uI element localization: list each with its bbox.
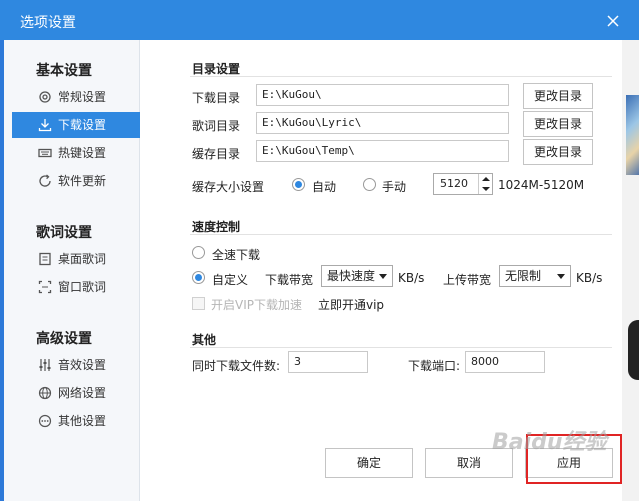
cache-dir-label: 缓存目录	[192, 147, 241, 161]
sidebar-item-general[interactable]: 常规设置	[12, 84, 140, 110]
upload-bandwidth-label: 上传带宽	[443, 273, 492, 287]
options-dialog: 选项设置 基本设置 常规设置 下载设置 热键设置 软件更新 歌词设置 桌面歌词 …	[0, 0, 639, 501]
settings-sidebar: 基本设置 常规设置 下载设置 热键设置 软件更新 歌词设置 桌面歌词 窗口歌词 …	[4, 40, 140, 501]
gear-icon	[39, 91, 51, 103]
sidebar-item-label: 下载设置	[58, 118, 107, 132]
sidebar-group-basic: 基本设置	[36, 63, 92, 79]
concurrent-downloads-label: 同时下载文件数:	[192, 359, 281, 373]
section-title-other: 其他	[192, 333, 217, 347]
sidebar-item-label: 网络设置	[58, 386, 107, 400]
vip-accelerate-label: 开启VIP下载加速	[211, 298, 302, 312]
sidebar-item-label: 窗口歌词	[58, 280, 107, 294]
sidebar-group-lyrics: 歌词设置	[36, 225, 92, 241]
sidebar-item-other[interactable]: 其他设置	[12, 408, 140, 434]
cache-size-manual-label: 手动	[382, 180, 407, 194]
sidebar-item-network[interactable]: 网络设置	[12, 380, 140, 406]
more-icon	[38, 414, 52, 428]
desktop-lyric-icon	[39, 252, 51, 266]
cache-size-range: 1024M-5120M	[498, 178, 585, 192]
section-title-speed: 速度控制	[192, 220, 241, 234]
close-button[interactable]	[600, 8, 626, 34]
section-divider	[190, 234, 612, 235]
cache-size-label: 缓存大小设置	[192, 180, 265, 194]
download-bandwidth-select[interactable]: 最快速度	[321, 265, 393, 287]
sidebar-item-update[interactable]: 软件更新	[12, 168, 140, 194]
download-bandwidth-unit: KB/s	[398, 271, 425, 285]
download-dir-input[interactable]: E:\KuGou\	[256, 84, 509, 106]
download-bandwidth-label: 下载带宽	[265, 273, 314, 287]
chevron-down-icon	[379, 274, 387, 279]
sidebar-item-window-lyrics[interactable]: 窗口歌词	[12, 274, 140, 300]
download-icon	[38, 119, 52, 132]
sidebar-item-label: 桌面歌词	[58, 252, 107, 266]
sidebar-group-advanced: 高级设置	[36, 331, 92, 347]
lyric-dir-input[interactable]: E:\KuGou\Lyric\	[256, 112, 509, 134]
chevron-down-icon	[557, 274, 565, 279]
sidebar-item-label: 热键设置	[58, 146, 107, 160]
vip-accelerate-checkbox[interactable]	[192, 297, 205, 310]
baidu-watermark: Baidu经验	[492, 430, 607, 455]
cache-size-auto-label: 自动	[312, 180, 337, 194]
equalizer-icon	[39, 359, 51, 371]
download-bandwidth-value: 最快速度	[327, 269, 376, 283]
section-divider	[190, 76, 612, 77]
sidebar-item-hotkey[interactable]: 热键设置	[12, 140, 140, 166]
ok-button[interactable]: 确定	[325, 448, 413, 478]
cache-size-value: 5120	[440, 177, 468, 190]
title-bar: 选项设置	[0, 0, 639, 40]
network-icon	[38, 386, 52, 400]
change-lyric-dir-button[interactable]: 更改目录	[523, 111, 593, 137]
sidebar-item-download[interactable]: 下载设置	[12, 112, 140, 138]
stepper-down-icon[interactable]	[478, 184, 492, 194]
change-cache-dir-button[interactable]: 更改目录	[523, 139, 593, 165]
concurrent-downloads-input[interactable]: 3	[288, 351, 368, 373]
upload-bandwidth-value: 无限制	[505, 269, 542, 283]
full-speed-radio[interactable]	[192, 246, 205, 259]
close-icon	[607, 15, 619, 27]
sidebar-item-label: 软件更新	[58, 174, 107, 188]
full-speed-label: 全速下载	[212, 248, 261, 262]
custom-speed-radio[interactable]	[192, 271, 205, 284]
sidebar-item-sound-effects[interactable]: 音效设置	[12, 352, 140, 378]
sidebar-item-label: 常规设置	[58, 90, 107, 104]
lyric-dir-label: 歌词目录	[192, 119, 241, 133]
open-vip-link[interactable]: 立即开通vip	[318, 296, 384, 313]
sidebar-item-label: 音效设置	[58, 358, 107, 372]
cache-dir-input[interactable]: E:\KuGou\Temp\	[256, 140, 509, 162]
change-download-dir-button[interactable]: 更改目录	[523, 83, 593, 109]
upload-bandwidth-unit: KB/s	[576, 271, 603, 285]
keyboard-icon	[38, 148, 52, 158]
download-port-label: 下载端口:	[408, 359, 461, 373]
cache-size-auto-radio[interactable]	[292, 178, 305, 191]
section-divider	[190, 347, 612, 348]
update-icon	[39, 174, 51, 187]
stepper-up-icon[interactable]	[478, 174, 492, 184]
download-port-input[interactable]: 8000	[465, 351, 545, 373]
sidebar-item-desktop-lyrics[interactable]: 桌面歌词	[12, 246, 140, 272]
download-dir-label: 下载目录	[192, 91, 241, 105]
upload-bandwidth-select[interactable]: 无限制	[499, 265, 571, 287]
cache-size-stepper[interactable]: 5120	[433, 173, 493, 195]
section-title-directory: 目录设置	[192, 62, 241, 76]
cache-size-manual-radio[interactable]	[363, 178, 376, 191]
dialog-title: 选项设置	[20, 15, 76, 31]
sidebar-item-label: 其他设置	[58, 414, 107, 428]
custom-speed-label: 自定义	[212, 273, 249, 287]
window-lyric-icon	[38, 280, 52, 294]
